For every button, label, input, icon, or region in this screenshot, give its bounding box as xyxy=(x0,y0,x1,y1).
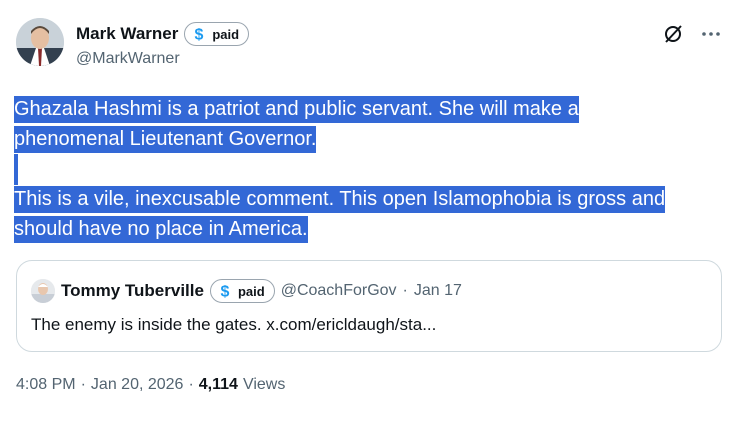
quoted-tweet-header: Tommy Tuberville $ paid @CoachForGov · J… xyxy=(31,279,462,303)
quoted-display-name[interactable]: Tommy Tuberville xyxy=(61,281,204,301)
selection-gap xyxy=(14,154,18,185)
more-options-button[interactable] xyxy=(699,22,723,46)
tweet-line-text: phenomenal Lieutenant Governor. xyxy=(14,126,317,153)
tweet-line-text: Ghazala Hashmi is a patriot and public s… xyxy=(14,96,579,123)
paid-badge[interactable]: $ paid xyxy=(184,22,250,46)
header-actions xyxy=(661,22,723,46)
author-handle[interactable]: @MarkWarner xyxy=(76,50,249,68)
quoted-paid-badge[interactable]: $ paid xyxy=(209,279,275,303)
quoted-tweet-text: The enemy is inside the gates. x.com/eri… xyxy=(31,315,437,334)
tweet-line: This is a vile, inexcusable comment. Thi… xyxy=(14,184,730,214)
author-display-name[interactable]: Mark Warner xyxy=(76,24,178,44)
badge-label: paid xyxy=(237,283,265,299)
tweet-line: should have no place in America. xyxy=(14,214,730,244)
quoted-separator: · xyxy=(402,282,408,299)
tweet-date[interactable]: Jan 20, 2026 xyxy=(91,376,184,394)
quoted-date[interactable]: Jan 17 xyxy=(414,282,462,300)
slashed-circle-icon xyxy=(665,25,682,43)
tweet-line: phenomenal Lieutenant Governor. xyxy=(14,124,730,154)
views-label: Views xyxy=(242,376,286,393)
author-avatar[interactable] xyxy=(16,18,64,66)
quoted-handle[interactable]: @CoachForGov xyxy=(281,282,397,300)
tweet-header: Mark Warner $ paid @MarkWarner xyxy=(16,18,725,74)
badge-label: paid xyxy=(212,26,240,42)
more-horizontal-icon xyxy=(702,32,720,36)
tweet-line-text: This is a vile, inexcusable comment. Thi… xyxy=(14,186,666,213)
author-name-block: Mark Warner $ paid @MarkWarner xyxy=(76,20,250,68)
tweet-line: Ghazala Hashmi is a patriot and public s… xyxy=(14,94,730,124)
grok-button[interactable] xyxy=(661,22,685,46)
quoted-tweet-card[interactable]: Tommy Tuberville $ paid @CoachForGov · J… xyxy=(16,260,722,352)
tweet-blank-line xyxy=(14,154,730,185)
tweet-meta: 4:08 PM · Jan 20, 2026 · 4,114 Views xyxy=(16,376,285,394)
dollar-badge-icon: $ xyxy=(221,284,230,300)
svg-text:$: $ xyxy=(221,284,230,300)
svg-text:$: $ xyxy=(195,27,204,43)
tweet-text[interactable]: Ghazala Hashmi is a patriot and public s… xyxy=(14,94,730,244)
quoted-author-avatar[interactable] xyxy=(31,279,55,303)
tweet-line-text: should have no place in America. xyxy=(14,216,308,243)
meta-separator: · xyxy=(80,376,86,393)
meta-separator: · xyxy=(188,376,194,393)
dollar-badge-icon: $ xyxy=(195,27,204,43)
tweet-time[interactable]: 4:08 PM xyxy=(16,376,76,394)
views-count[interactable]: 4,114 xyxy=(199,376,238,394)
